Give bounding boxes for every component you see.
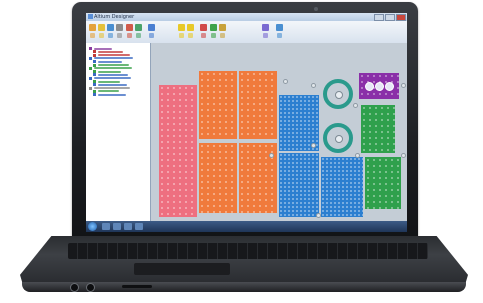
pink-board[interactable] bbox=[159, 85, 197, 217]
blue-board-2[interactable] bbox=[279, 153, 319, 217]
window-titlebar: Altium Designer bbox=[86, 13, 407, 21]
tree-item[interactable] bbox=[98, 80, 120, 83]
component-icon[interactable] bbox=[219, 24, 226, 31]
board-icon[interactable] bbox=[210, 24, 217, 31]
mounting-hole-icon bbox=[353, 103, 358, 108]
tree-node-icon bbox=[89, 66, 92, 70]
main-toolbar bbox=[86, 21, 407, 44]
orange-board-2[interactable] bbox=[239, 71, 277, 139]
component-small-icon[interactable] bbox=[220, 33, 225, 38]
route-small-icon[interactable] bbox=[179, 33, 184, 38]
redo-small-icon[interactable] bbox=[136, 33, 141, 38]
tree-item[interactable] bbox=[94, 77, 131, 80]
tree-item[interactable] bbox=[98, 50, 123, 53]
mounting-hole-icon bbox=[355, 153, 360, 158]
audio-jack-icon bbox=[70, 283, 79, 292]
tree-item[interactable] bbox=[98, 54, 130, 57]
mounting-hole-icon bbox=[269, 153, 274, 158]
webcam bbox=[314, 7, 318, 11]
orange-board-1[interactable] bbox=[199, 71, 237, 139]
window-title: Altium Designer bbox=[94, 14, 135, 20]
projects-panel bbox=[86, 43, 151, 221]
windows-taskbar bbox=[86, 221, 407, 232]
file-icon[interactable] bbox=[89, 24, 96, 31]
close-icon[interactable] bbox=[396, 14, 406, 21]
drc-icon[interactable] bbox=[200, 24, 207, 31]
window-controls bbox=[374, 14, 406, 21]
tree-node-icon bbox=[89, 86, 92, 90]
file-small-icon[interactable] bbox=[90, 33, 95, 38]
tree-item[interactable] bbox=[98, 93, 126, 96]
minimize-icon[interactable] bbox=[374, 14, 384, 21]
help-small-icon[interactable] bbox=[277, 33, 282, 38]
tree-item[interactable] bbox=[98, 83, 127, 86]
browser-icon[interactable] bbox=[113, 223, 121, 230]
undo-icon[interactable] bbox=[126, 24, 133, 31]
connector-pad-icon bbox=[365, 82, 374, 91]
mounting-hole-icon bbox=[401, 83, 406, 88]
mounting-hole-icon bbox=[401, 153, 406, 158]
tree-item[interactable] bbox=[98, 60, 122, 63]
open-icon[interactable] bbox=[98, 24, 105, 31]
coil-ring-icon[interactable] bbox=[323, 79, 353, 109]
tree-item[interactable] bbox=[94, 47, 112, 50]
blue-board-3[interactable] bbox=[321, 157, 363, 217]
tree-item[interactable] bbox=[98, 90, 119, 93]
tree-node-icon bbox=[89, 76, 92, 80]
orange-board-3[interactable] bbox=[199, 143, 237, 213]
layer-icon[interactable] bbox=[187, 24, 194, 31]
tree-node-icon bbox=[89, 56, 92, 60]
tree-node-icon bbox=[93, 93, 96, 97]
mounting-hole-icon bbox=[283, 79, 288, 84]
app-icon bbox=[88, 14, 93, 19]
tree-node-icon bbox=[93, 73, 96, 77]
redo-icon[interactable] bbox=[135, 24, 142, 31]
tree-item[interactable] bbox=[98, 70, 121, 73]
pcb-canvas[interactable] bbox=[151, 43, 407, 221]
media-slot bbox=[122, 285, 152, 288]
layer-small-icon[interactable] bbox=[188, 33, 193, 38]
undo-small-icon[interactable] bbox=[127, 33, 132, 38]
open-small-icon[interactable] bbox=[99, 33, 104, 38]
mounting-hole-icon bbox=[311, 83, 316, 88]
maximize-icon[interactable] bbox=[385, 14, 395, 21]
print-small-icon[interactable] bbox=[117, 33, 122, 38]
save-small-icon[interactable] bbox=[108, 33, 113, 38]
headphone-jack-icon bbox=[86, 283, 95, 292]
drc-small-icon[interactable] bbox=[201, 33, 206, 38]
mounting-hole-icon bbox=[311, 143, 316, 148]
3d-icon[interactable] bbox=[262, 24, 269, 31]
green-board-2[interactable] bbox=[365, 157, 401, 209]
save-icon[interactable] bbox=[107, 24, 114, 31]
print-icon[interactable] bbox=[116, 24, 123, 31]
green-board-1[interactable] bbox=[361, 105, 395, 153]
board-small-icon[interactable] bbox=[211, 33, 216, 38]
tree-item[interactable] bbox=[94, 67, 132, 70]
tree-node-icon bbox=[93, 63, 96, 67]
help-icon[interactable] bbox=[276, 24, 283, 31]
route-icon[interactable] bbox=[178, 24, 185, 31]
tree-item[interactable] bbox=[98, 64, 129, 66]
zoom-icon[interactable] bbox=[148, 24, 155, 31]
tree-node-icon bbox=[93, 83, 96, 87]
purple-board[interactable] bbox=[359, 73, 399, 99]
tree-item[interactable] bbox=[98, 73, 128, 76]
coil-ring-icon[interactable] bbox=[323, 123, 353, 153]
tree-item[interactable] bbox=[94, 87, 130, 90]
laptop-trackpad bbox=[134, 263, 230, 275]
connector-pad-icon bbox=[375, 82, 384, 91]
tree-node-icon bbox=[89, 47, 92, 50]
connector-pad-icon bbox=[385, 82, 394, 91]
media-icon[interactable] bbox=[124, 223, 132, 230]
zoom-small-icon[interactable] bbox=[149, 33, 154, 38]
start-orb-icon[interactable] bbox=[88, 222, 97, 231]
laptop-keyboard bbox=[68, 243, 428, 259]
explorer-icon[interactable] bbox=[102, 223, 110, 230]
tree-node-icon bbox=[93, 53, 96, 57]
laptop-screen: Altium Designer bbox=[86, 13, 407, 232]
tree-item[interactable] bbox=[94, 57, 133, 60]
mounting-hole-icon bbox=[316, 213, 321, 218]
3d-small-icon[interactable] bbox=[263, 33, 268, 38]
altium-icon[interactable] bbox=[135, 223, 143, 230]
